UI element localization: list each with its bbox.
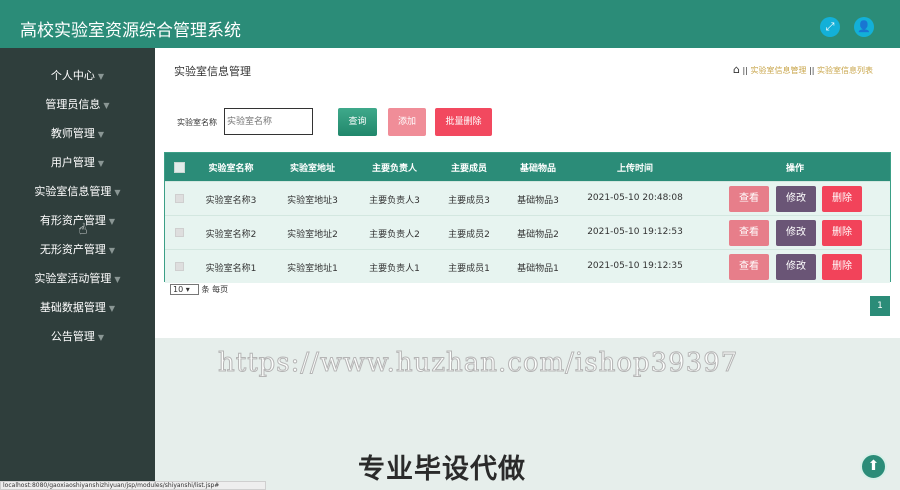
- cell-lab-address: 实验室地址3: [287, 196, 338, 206]
- edit-button[interactable]: 修改: [776, 254, 816, 280]
- cell-lab-name: 实验室名称3: [205, 196, 257, 206]
- sidebar-item-announcements[interactable]: 公告管理 ▼: [0, 327, 155, 347]
- chevron-down-icon: ▼: [114, 275, 121, 284]
- column-header: 实验室名称: [208, 164, 254, 174]
- row-checkbox[interactable]: [175, 194, 184, 203]
- chevron-down-icon: ▼: [103, 101, 110, 110]
- column-header: 实验室地址: [289, 164, 335, 174]
- column-header: 基础物品: [519, 164, 556, 174]
- chevron-down-icon: ▼: [108, 217, 116, 226]
- cell-items: 基础物品2: [517, 230, 559, 240]
- cell-upload-time: 2021-05-10 20:48:08: [587, 193, 683, 203]
- row-checkbox[interactable]: [175, 228, 184, 237]
- chevron-down-icon: ▼: [97, 333, 105, 342]
- sidebar-item-intangible-assets[interactable]: 无形资产管理 ▼: [0, 240, 155, 260]
- expand-icon[interactable]: ⤢: [820, 17, 840, 37]
- cell-member: 主要成员1: [448, 264, 490, 274]
- chevron-down-icon: ▼: [114, 188, 121, 197]
- cell-items: 基础物品3: [517, 196, 559, 206]
- add-button[interactable]: 添加: [388, 108, 426, 136]
- page-size-select[interactable]: 10 ▾: [170, 284, 199, 295]
- delete-button[interactable]: 删除: [822, 220, 862, 246]
- search-label: 实验室名称: [177, 118, 217, 127]
- cell-upload-time: 2021-05-10 19:12:53: [587, 227, 683, 237]
- cell-member: 主要成员3: [448, 196, 490, 206]
- per-page-label: 条 每页: [201, 285, 229, 294]
- app-title: 高校实验室资源综合管理系统: [20, 21, 241, 41]
- cell-leader: 主要负责人3: [369, 196, 420, 206]
- edit-button[interactable]: 修改: [776, 220, 816, 246]
- view-button[interactable]: 查看: [729, 186, 769, 212]
- row-checkbox[interactable]: [175, 262, 184, 271]
- sidebar-item-lab-info[interactable]: 实验室信息管理 ▼: [0, 182, 155, 202]
- cell-lab-name: 实验室名称2: [205, 230, 257, 240]
- delete-button[interactable]: 删除: [822, 186, 862, 212]
- cell-upload-time: 2021-05-10 19:12:35: [587, 261, 683, 271]
- lab-name-search-input[interactable]: [224, 108, 313, 135]
- table-row: 实验室名称1 实验室地址1 主要负责人1 主要成员1 基础物品1 2021-05…: [165, 249, 890, 283]
- cell-lab-name: 实验室名称1: [205, 264, 257, 274]
- table-header: 实验室名称 实验室地址 主要负责人 主要成员 基础物品 上传时间 操作: [165, 153, 890, 181]
- page-title: 实验室信息管理: [174, 65, 251, 78]
- lab-table: 实验室名称 实验室地址 主要负责人 主要成员 基础物品 上传时间 操作 实验室名…: [164, 152, 891, 283]
- view-button[interactable]: 查看: [729, 220, 769, 246]
- sidebar-item-basic-data[interactable]: 基础数据管理 ▼: [0, 298, 155, 318]
- breadcrumb: ⌂ || 实验室信息管理 || 实验室信息列表: [733, 63, 873, 76]
- watermark-text: https://www.huzhan.com/ishop39397: [217, 348, 739, 379]
- table-row: 实验室名称2 实验室地址2 主要负责人2 主要成员2 基础物品2 2021-05…: [165, 215, 890, 249]
- cell-leader: 主要负责人1: [369, 264, 420, 274]
- cell-lab-address: 实验室地址2: [287, 230, 338, 240]
- column-header: 操作: [785, 164, 804, 174]
- home-icon[interactable]: ⌂: [733, 63, 740, 76]
- chevron-down-icon: ▼: [97, 159, 105, 168]
- query-button[interactable]: 查询: [338, 108, 377, 136]
- cell-leader: 主要负责人2: [369, 230, 420, 240]
- page-size-control: 10 ▾ 条 每页: [170, 284, 228, 295]
- chevron-down-icon: ▼: [108, 304, 116, 313]
- breadcrumb-lab-list[interactable]: 实验室信息列表: [817, 66, 873, 75]
- top-bar: 高校实验室资源综合管理系统 ⤢ 👤: [0, 0, 900, 48]
- sidebar: 个人中心 ▼ 管理员信息 ▼ 教师管理 ▼ 用户管理 ▼ 实验室信息管理 ▼ 有形资产管理…: [0, 48, 155, 490]
- column-header: 主要负责人: [371, 164, 417, 174]
- column-header: 上传时间: [616, 164, 653, 174]
- delete-button[interactable]: 删除: [822, 254, 862, 280]
- sidebar-item-users[interactable]: 用户管理 ▼: [0, 153, 155, 173]
- chevron-down-icon: ▼: [97, 72, 105, 81]
- batch-delete-button[interactable]: 批量删除: [435, 108, 492, 136]
- view-button[interactable]: 查看: [729, 254, 769, 280]
- select-all-checkbox[interactable]: [174, 162, 185, 173]
- page-number-button[interactable]: 1: [870, 296, 890, 316]
- column-header: 主要成员: [450, 164, 487, 174]
- status-bar-url: localhost:8080/gaoxiaoshiyanshizhiyuan/j…: [0, 481, 266, 490]
- chevron-down-icon: ▼: [97, 130, 105, 139]
- scroll-top-icon[interactable]: ⬆: [860, 453, 887, 480]
- cell-member: 主要成员2: [448, 230, 490, 240]
- cell-lab-address: 实验室地址1: [287, 264, 338, 274]
- sidebar-item-admin-info[interactable]: 管理员信息 ▼: [0, 95, 155, 115]
- sidebar-item-teachers[interactable]: 教师管理 ▼: [0, 124, 155, 144]
- chevron-down-icon: ▼: [108, 246, 116, 255]
- sidebar-item-lab-activities[interactable]: 实验室活动管理 ▼: [0, 269, 155, 289]
- cell-items: 基础物品1: [517, 264, 559, 274]
- edit-button[interactable]: 修改: [776, 186, 816, 212]
- promo-text: 专业毕设代做: [358, 454, 526, 485]
- user-icon[interactable]: 👤: [854, 17, 874, 37]
- table-row: 实验室名称3 实验室地址3 主要负责人3 主要成员3 基础物品3 2021-05…: [165, 181, 890, 215]
- sidebar-item-personal-center[interactable]: 个人中心 ▼: [0, 66, 155, 86]
- breadcrumb-lab-info[interactable]: 实验室信息管理: [750, 66, 806, 75]
